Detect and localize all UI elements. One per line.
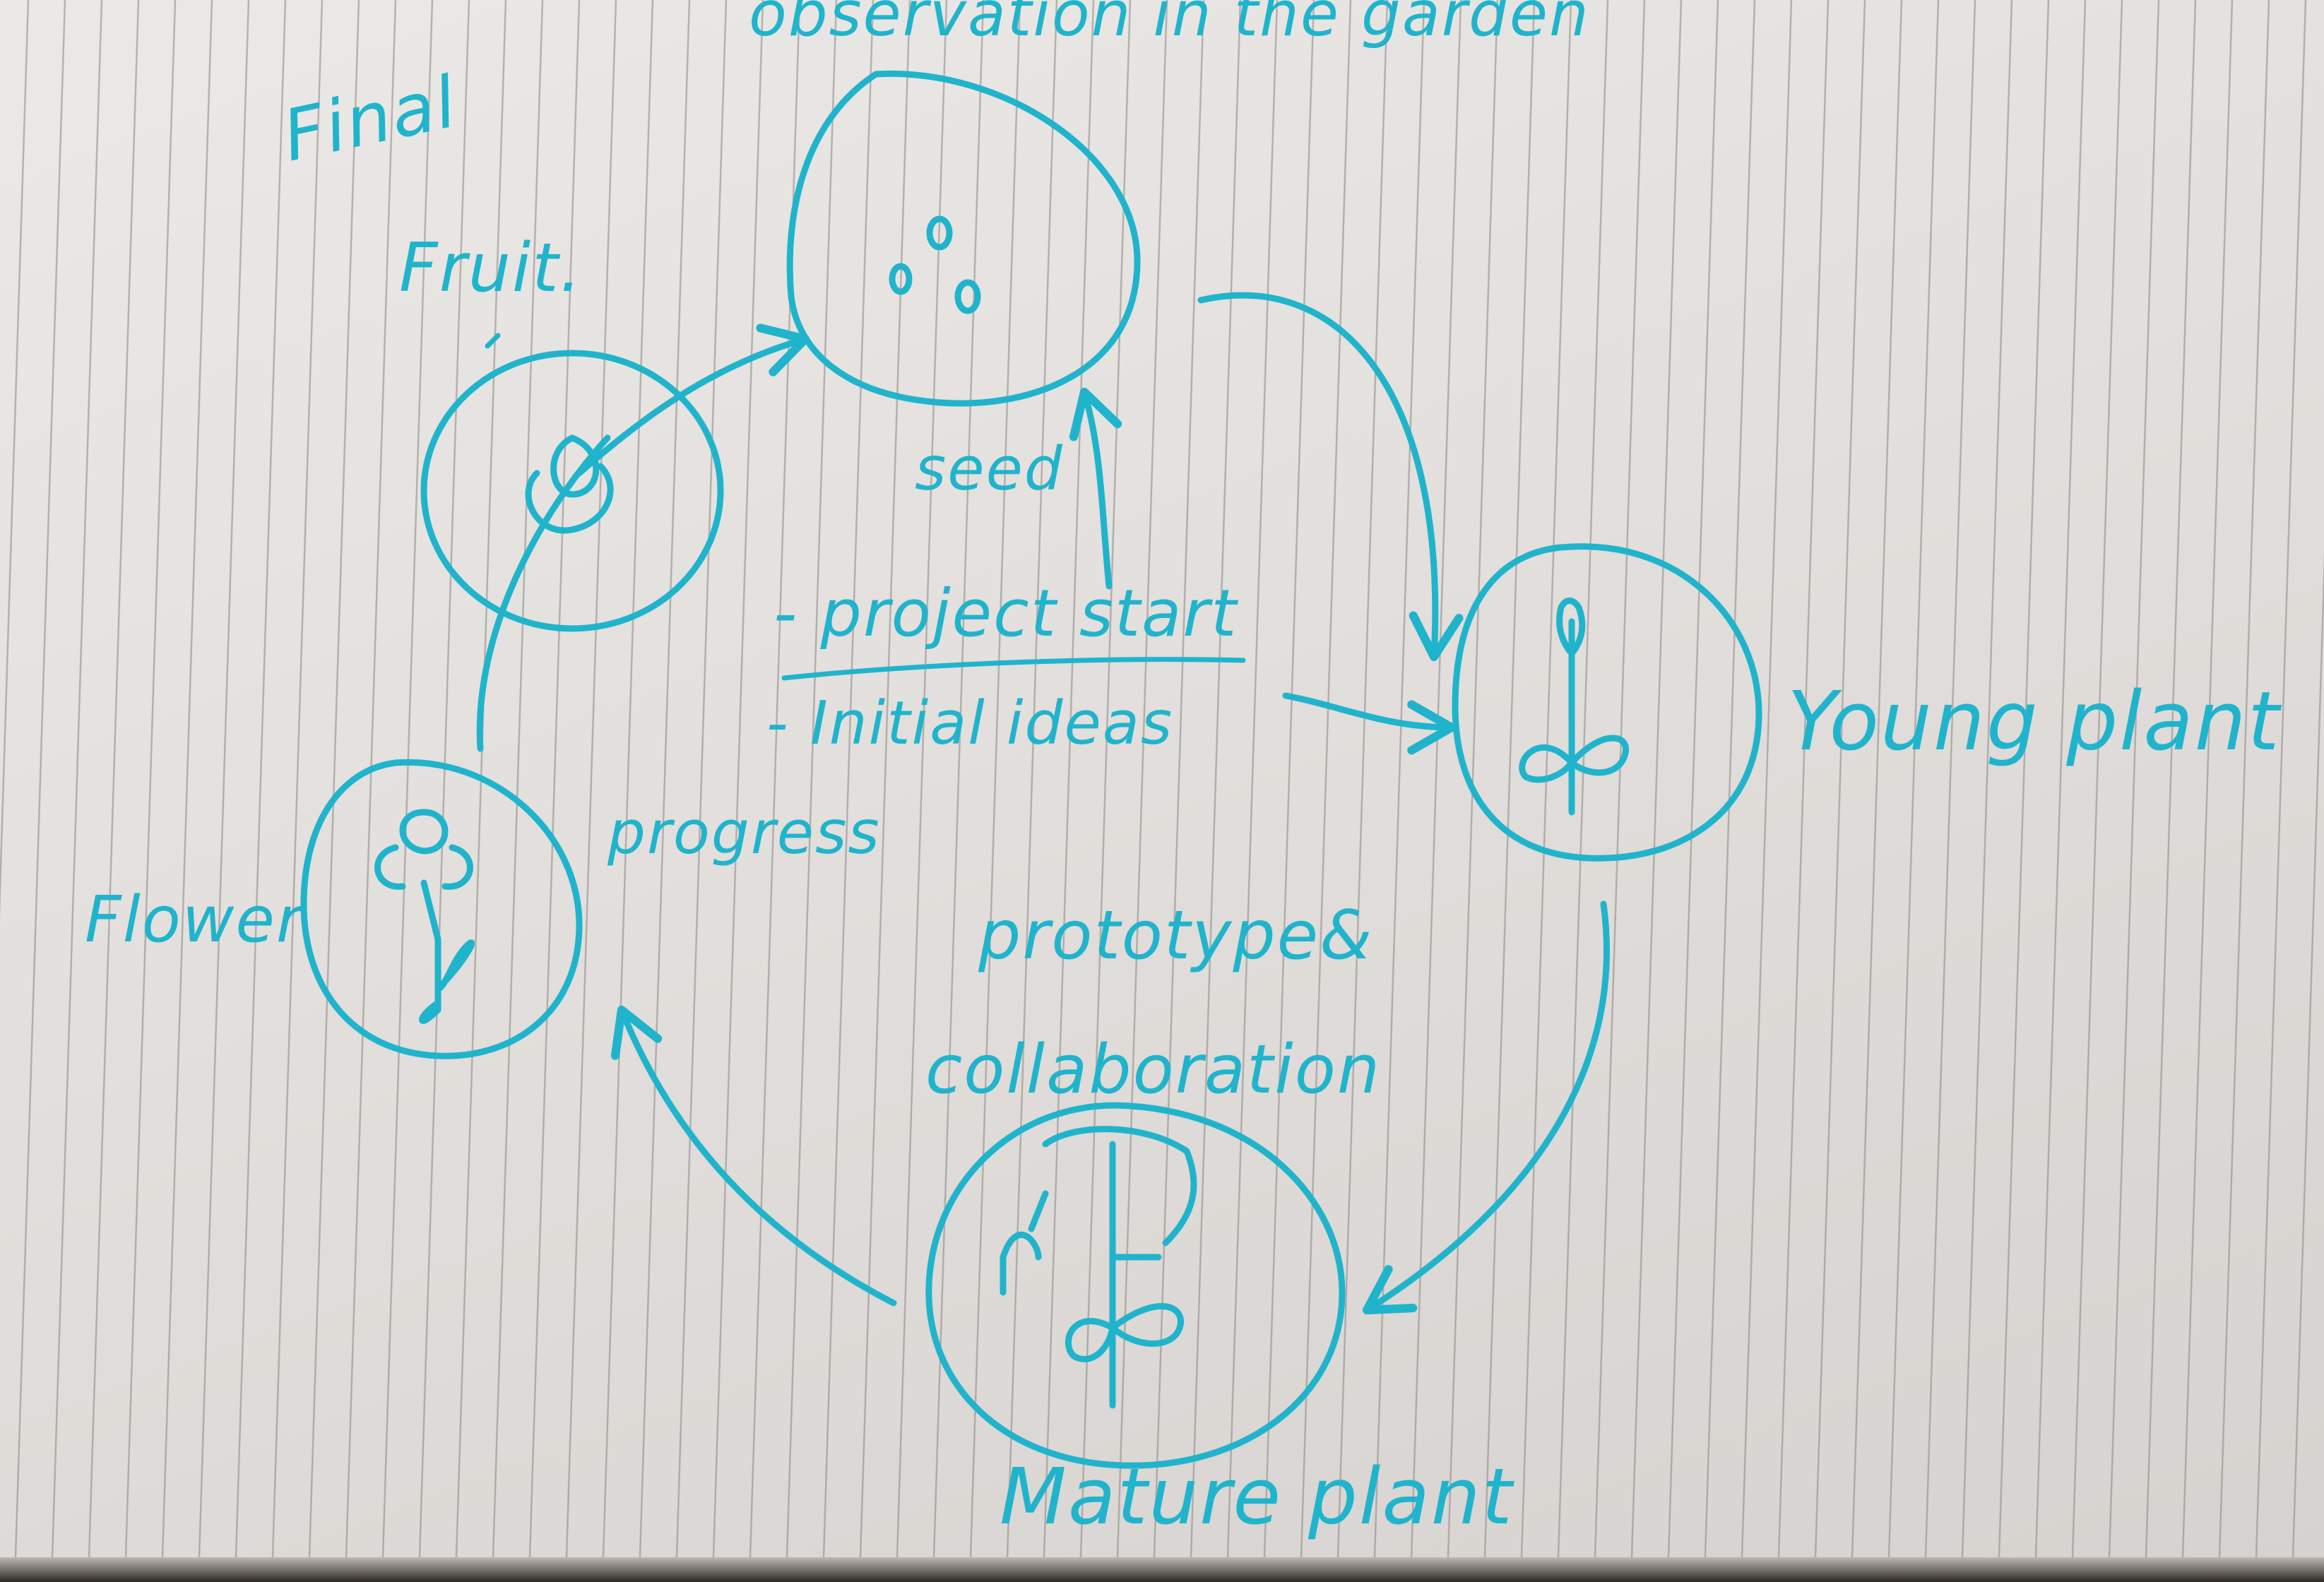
mature-plant-circle — [925, 1102, 1346, 1469]
fruit-circle — [420, 350, 724, 632]
label-collaboration: collaboration — [925, 1031, 1382, 1109]
seed-circle — [786, 70, 1141, 407]
notebook-page: observation in the garden Final Fruit. s… — [0, 0, 2324, 1582]
label-progress: progress — [607, 798, 881, 868]
young-plant-node — [1452, 543, 1762, 862]
flower-circle — [300, 759, 583, 1059]
diagram-title: observation in the garden — [749, 0, 1590, 50]
arrow-start-to-young — [1282, 692, 1457, 755]
fruit-node — [420, 350, 724, 632]
seed-icon — [926, 215, 953, 251]
arrow-start-to-seed — [1069, 387, 1122, 590]
label-prototype: prototype& — [978, 897, 1374, 975]
label-project-start: - project start — [773, 576, 1238, 651]
project-start-divider — [781, 657, 1246, 681]
mature-plant-icon — [1000, 1126, 1197, 1409]
page-bottom-edge — [0, 1557, 2324, 1582]
label-young-plant: Young plant — [1787, 674, 2281, 769]
mature-plant-node — [925, 1102, 1346, 1469]
young-plant-icon — [1519, 597, 1629, 816]
lifecycle-diagram — [300, 70, 1762, 1469]
label-fruit: Fruit. — [399, 230, 583, 307]
flower-node — [300, 759, 583, 1059]
young-plant-circle — [1452, 543, 1762, 862]
arrow-young-to-mature — [1362, 900, 1611, 1315]
flower-icon — [374, 809, 475, 1024]
arrow-mature-to-flower — [610, 1005, 897, 1307]
label-mature-plant: Mature plant — [1000, 1451, 1514, 1542]
seed-node — [786, 70, 1141, 407]
label-flower: Flower — [85, 883, 304, 957]
label-initial-ideas: - Initial ideas — [766, 689, 1174, 759]
fruit-tick — [485, 333, 501, 349]
label-seed: seed — [915, 434, 1064, 504]
